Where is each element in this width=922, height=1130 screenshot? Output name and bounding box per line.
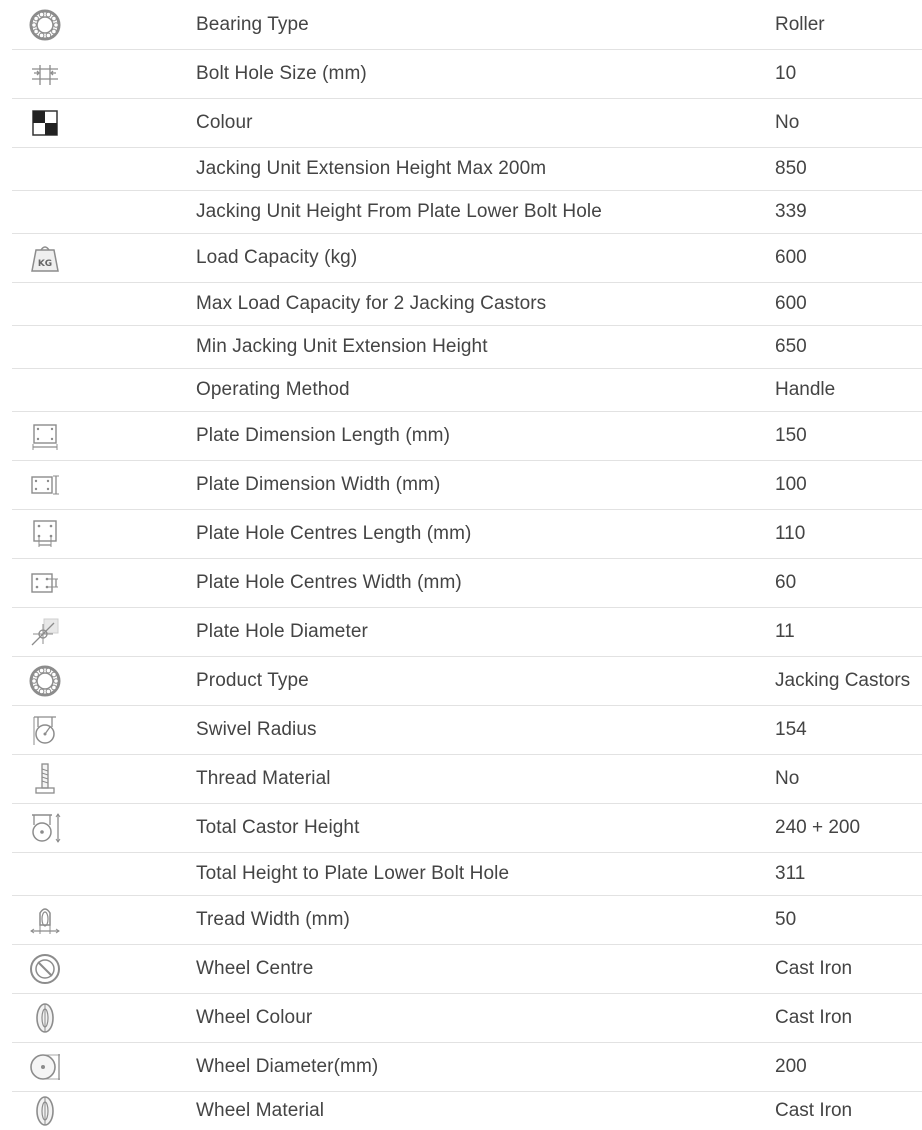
spec-value: 600	[775, 247, 807, 268]
spec-value: Jacking Castors	[775, 670, 911, 691]
spec-value: Cast Iron	[775, 958, 853, 979]
spec-row: Thread Material No	[12, 755, 922, 804]
spec-row: Colour No	[12, 99, 922, 148]
spec-label: Operating Method	[196, 379, 350, 400]
spec-value: 50	[775, 909, 797, 930]
spec-value: 311	[775, 863, 806, 884]
spec-row: Product Type Jacking Castors	[12, 657, 922, 706]
spec-row: Bolt Hole Size (mm) 10	[12, 50, 922, 99]
spec-value: 850	[775, 158, 807, 179]
spec-label: Plate Dimension Width (mm)	[196, 474, 441, 495]
bearing-icon	[12, 0, 78, 49]
spec-row: Plate Hole Centres Length (mm) 110	[12, 510, 922, 559]
spec-value: 11	[775, 621, 795, 642]
spec-row: Total Height to Plate Lower Bolt Hole 311	[12, 853, 922, 896]
spec-label: Plate Hole Centres Width (mm)	[196, 572, 462, 593]
spec-row: Wheel Material Cast Iron	[12, 1092, 922, 1129]
spec-value: Roller	[775, 13, 825, 35]
spec-row: Wheel Diameter(mm) 200	[12, 1043, 922, 1092]
empty-icon-cell	[12, 853, 78, 895]
spec-label: Bearing Type	[196, 13, 309, 35]
plate-hole-diameter-icon	[12, 608, 78, 656]
spec-value: No	[775, 768, 800, 789]
spec-label: Thread Material	[196, 768, 331, 789]
spec-label: Plate Hole Diameter	[196, 621, 368, 642]
tread-width-icon	[12, 896, 78, 944]
spec-label: Wheel Material	[196, 1099, 325, 1121]
spec-label: Jacking Unit Extension Height Max 200m	[196, 158, 547, 179]
wheel-material-icon	[12, 1092, 78, 1129]
spec-value: 150	[775, 425, 807, 446]
spec-row: Operating Method Handle	[12, 369, 922, 412]
kg-weight-icon: KG	[12, 234, 78, 282]
wheel-colour-icon	[12, 994, 78, 1042]
spec-row: Tread Width (mm) 50	[12, 896, 922, 945]
spec-row: Swivel Radius 154	[12, 706, 922, 755]
spec-row: Plate Hole Centres Width (mm) 60	[12, 559, 922, 608]
spec-value: 100	[775, 474, 807, 495]
spec-label: Tread Width (mm)	[196, 909, 350, 930]
spec-row: Jacking Unit Extension Height Max 200m 85…	[12, 148, 922, 191]
empty-icon-cell	[12, 369, 78, 411]
spec-row: Jacking Unit Height From Plate Lower Bol…	[12, 191, 922, 234]
swivel-radius-icon	[12, 706, 78, 754]
spec-row: Total Castor Height 240 + 200	[12, 804, 922, 853]
spec-label: Total Height to Plate Lower Bolt Hole	[196, 863, 510, 884]
spec-label: Colour	[196, 112, 253, 133]
spec-value: Cast Iron	[775, 1099, 853, 1121]
spec-label: Total Castor Height	[196, 817, 360, 838]
plate-hole-centres-width-icon	[12, 559, 78, 607]
wheel-diameter-icon	[12, 1043, 78, 1091]
spec-label: Wheel Diameter(mm)	[196, 1056, 379, 1077]
svg-text:KG: KG	[38, 259, 52, 269]
spec-label: Load Capacity (kg)	[196, 247, 358, 268]
spec-label: Wheel Colour	[196, 1007, 313, 1028]
spec-value: 10	[775, 63, 797, 84]
plate-hole-centres-length-icon	[12, 510, 78, 558]
spec-value: Cast Iron	[775, 1007, 853, 1028]
wheel-centre-icon	[12, 945, 78, 993]
spec-label: Max Load Capacity for 2 Jacking Castors	[196, 293, 547, 314]
empty-icon-cell	[12, 283, 78, 325]
castor-height-icon	[12, 804, 78, 852]
spec-value: No	[775, 112, 800, 133]
empty-icon-cell	[12, 148, 78, 190]
spec-value: 600	[775, 293, 807, 314]
empty-icon-cell	[12, 326, 78, 368]
spec-label: Swivel Radius	[196, 719, 317, 740]
spec-value: Handle	[775, 379, 836, 400]
spec-row: Bearing Type Roller	[12, 0, 922, 50]
plate-width-icon	[12, 461, 78, 509]
spec-row: Max Load Capacity for 2 Jacking Castors 6…	[12, 283, 922, 326]
spec-value: 60	[775, 572, 797, 593]
colour-icon	[12, 99, 78, 147]
spec-value: 154	[775, 719, 807, 740]
spec-row: Plate Hole Diameter 11	[12, 608, 922, 657]
spec-label: Jacking Unit Height From Plate Lower Bol…	[196, 201, 602, 222]
spec-value: 200	[775, 1056, 807, 1077]
spec-row: Wheel Centre Cast Iron	[12, 945, 922, 994]
spec-label: Bolt Hole Size (mm)	[196, 63, 367, 84]
spec-value: 339	[775, 201, 807, 222]
spec-row: Min Jacking Unit Extension Height 650	[12, 326, 922, 369]
spec-value: 240 + 200	[775, 817, 861, 838]
bolt-hole-size-icon	[12, 50, 78, 98]
spec-label: Plate Hole Centres Length (mm)	[196, 523, 472, 544]
spec-row: Plate Dimension Width (mm) 100	[12, 461, 922, 510]
spec-label: Product Type	[196, 670, 309, 691]
spec-value: 650	[775, 336, 807, 357]
spec-row: Wheel Colour Cast Iron	[12, 994, 922, 1043]
product-type-icon	[12, 657, 78, 705]
spec-label: Min Jacking Unit Extension Height	[196, 336, 488, 357]
plate-length-icon	[12, 412, 78, 460]
spec-row: KG Load Capacity (kg) 600	[12, 234, 922, 283]
spec-value: 110	[775, 523, 806, 544]
empty-icon-cell	[12, 191, 78, 233]
spec-label: Wheel Centre	[196, 958, 314, 979]
spec-label: Plate Dimension Length (mm)	[196, 425, 451, 446]
spec-row: Plate Dimension Length (mm) 150	[12, 412, 922, 461]
thread-icon	[12, 755, 78, 803]
